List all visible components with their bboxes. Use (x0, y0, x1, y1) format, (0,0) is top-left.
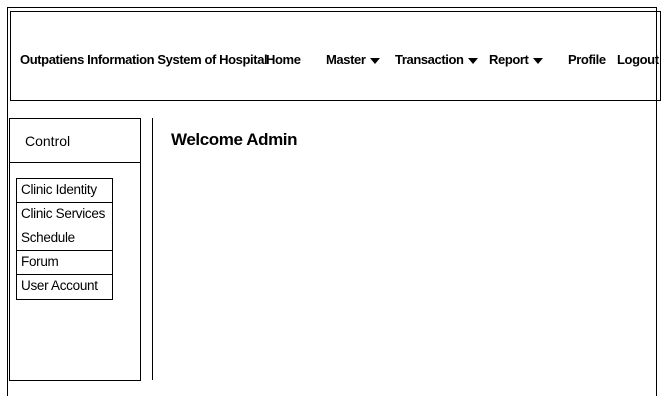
welcome-heading: Welcome Admin (171, 130, 298, 149)
sidebar-item-user-account[interactable]: User Account (17, 275, 112, 299)
nav-master-label: Master (326, 52, 366, 67)
nav-home[interactable]: Home (266, 52, 301, 67)
nav-transaction-label: Transaction (395, 52, 464, 67)
sidebar-item-clinic-services[interactable]: Clinic Services (17, 203, 112, 227)
sidebar-item-clinic-identity[interactable]: Clinic Identity (17, 179, 112, 203)
nav-report-label: Report (489, 52, 529, 67)
app-brand[interactable]: Outpatiens Information System of Hospita… (20, 52, 268, 67)
control-sidebar: Control Clinic Identity Clinic Services … (9, 118, 141, 381)
caret-down-icon (532, 57, 543, 64)
caret-down-icon (467, 57, 478, 64)
nav-transaction[interactable]: Transaction (395, 52, 478, 67)
nav-master[interactable]: Master (326, 52, 380, 67)
content-divider (152, 118, 153, 380)
sidebar-menu: Clinic Identity Clinic Services Schedule… (16, 178, 113, 300)
top-navbar: Outpatiens Information System of Hospita… (10, 11, 661, 101)
sidebar-item-forum[interactable]: Forum (17, 251, 112, 275)
nav-logout[interactable]: Logout (617, 52, 659, 67)
caret-down-icon (369, 57, 380, 64)
sidebar-item-schedule[interactable]: Schedule (17, 227, 112, 251)
sidebar-header: Control (10, 119, 140, 163)
nav-report[interactable]: Report (489, 52, 543, 67)
nav-profile[interactable]: Profile (568, 52, 606, 67)
sidebar-title: Control (25, 133, 71, 149)
